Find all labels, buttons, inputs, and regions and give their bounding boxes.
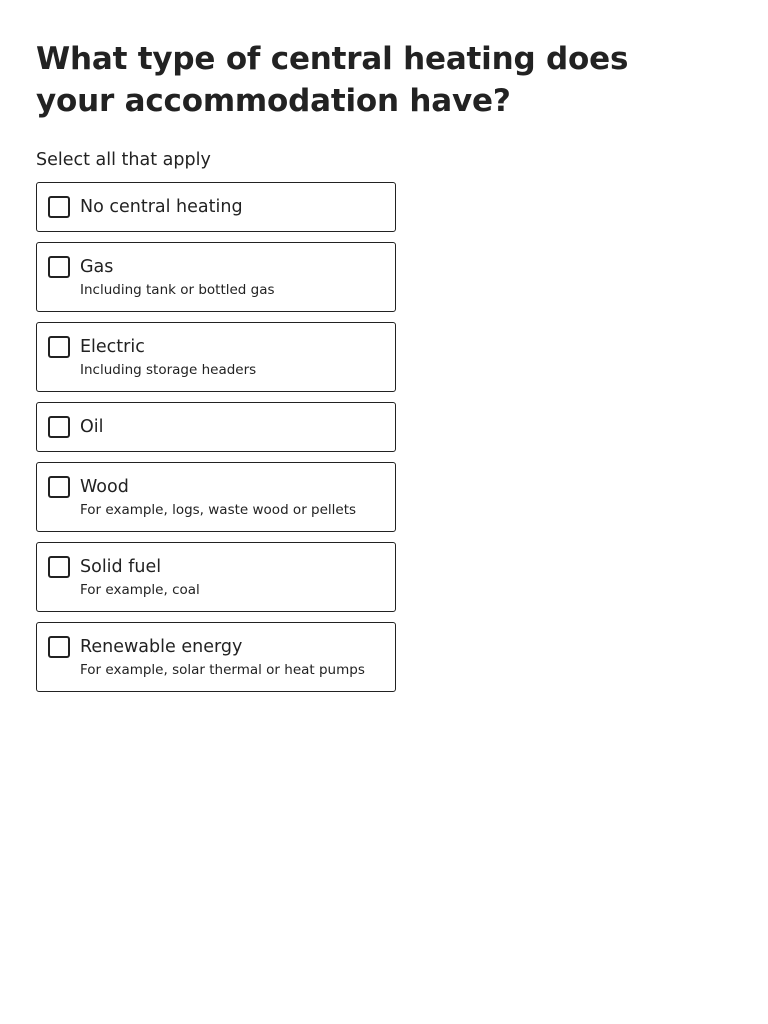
option-label: No central heating — [80, 197, 243, 217]
checkbox-icon[interactable] — [48, 256, 70, 278]
option-wood[interactable]: Wood For example, logs, waste wood or pe… — [36, 462, 396, 532]
checkbox-group: No central heating Gas Including tank or… — [36, 182, 396, 692]
option-description: For example, coal — [80, 582, 200, 598]
question-title: What type of central heating does your a… — [36, 41, 629, 119]
checkbox-icon[interactable] — [48, 476, 70, 498]
option-solid-fuel[interactable]: Solid fuel For example, coal — [36, 542, 396, 612]
option-label: Wood — [80, 477, 129, 497]
option-gas[interactable]: Gas Including tank or bottled gas — [36, 242, 396, 312]
option-renewable-energy[interactable]: Renewable energy For example, solar ther… — [36, 622, 396, 692]
option-description: Including storage headers — [80, 362, 257, 378]
question-page: What type of central heating does your a… — [0, 0, 768, 692]
option-label: Oil — [80, 417, 104, 437]
checkbox-icon[interactable] — [48, 556, 70, 578]
option-electric[interactable]: Electric Including storage headers — [36, 322, 396, 392]
checkbox-icon[interactable] — [48, 196, 70, 218]
option-label: Gas — [80, 257, 114, 277]
option-no-central-heating[interactable]: No central heating — [36, 182, 396, 232]
checkbox-icon[interactable] — [48, 416, 70, 438]
checkbox-icon[interactable] — [48, 636, 70, 658]
checkbox-icon[interactable] — [48, 336, 70, 358]
question-hint: Select all that apply — [36, 150, 211, 170]
option-description: Including tank or bottled gas — [80, 282, 275, 298]
option-oil[interactable]: Oil — [36, 402, 396, 452]
option-label: Electric — [80, 337, 145, 357]
option-label: Renewable energy — [80, 637, 243, 657]
option-label: Solid fuel — [80, 557, 162, 577]
option-description: For example, logs, waste wood or pellets — [80, 502, 357, 518]
option-description: For example, solar thermal or heat pumps — [80, 662, 365, 678]
